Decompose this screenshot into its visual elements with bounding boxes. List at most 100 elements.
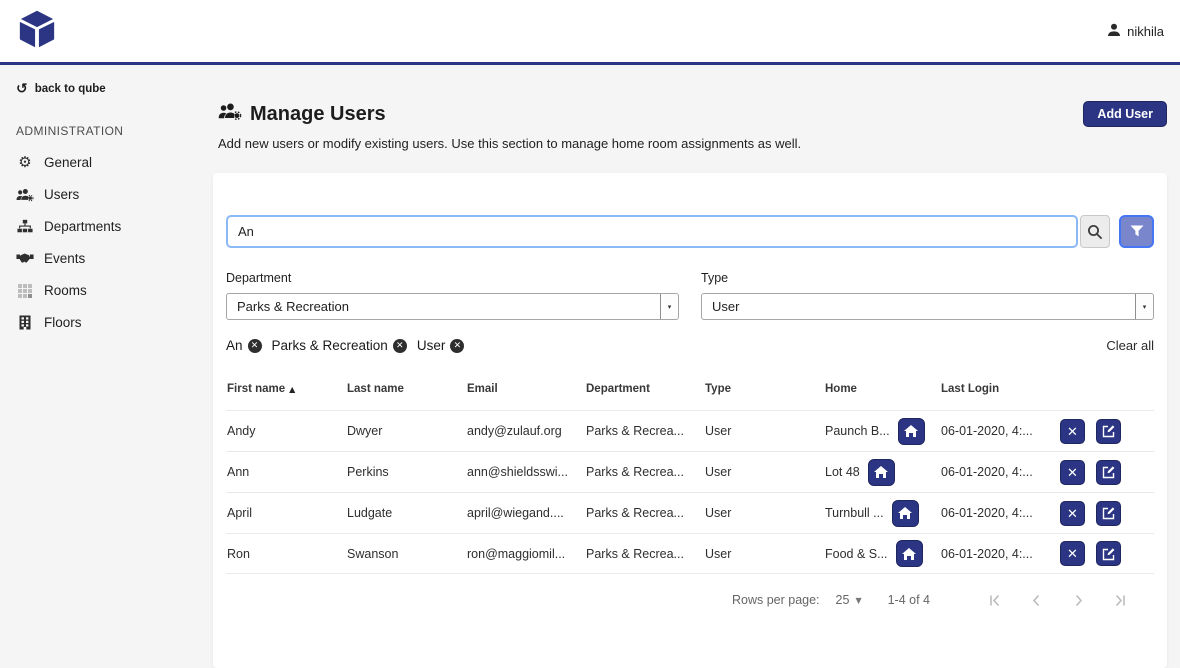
table-row: Andy Dwyer andy@zulauf.org Parks & Recre… [226, 410, 1154, 451]
last-page-icon [1113, 593, 1128, 608]
table-row: April Ludgate april@wiegand.... Parks & … [226, 492, 1154, 533]
cell-first-name: Andy [227, 424, 347, 438]
sidebar-item-rooms[interactable]: Rooms [16, 283, 205, 298]
chip-label: User [417, 338, 446, 353]
cell-home: Lot 48 [825, 459, 941, 486]
cell-type: User [705, 506, 825, 520]
cell-last-login: 06-01-2020, 4:... [941, 506, 1060, 520]
user-menu[interactable]: nikhila [1107, 23, 1164, 40]
last-page-button[interactable] [1108, 588, 1132, 612]
filter-button[interactable] [1119, 215, 1154, 248]
chip-label: An [226, 338, 243, 353]
home-icon [902, 548, 916, 560]
users-icon [16, 188, 34, 202]
department-label: Department [226, 271, 679, 285]
manage-users-icon [218, 102, 242, 126]
filter-chip-department: Parks & Recreation ✕ [272, 338, 407, 353]
sidebar-item-floors[interactable]: Floors [16, 315, 205, 330]
chip-label: Parks & Recreation [272, 338, 388, 353]
person-icon [1107, 23, 1121, 40]
gear-icon: ⚙ [16, 155, 34, 170]
type-select[interactable]: User ▾ [701, 293, 1154, 320]
cell-home: Food & S... [825, 540, 941, 567]
edit-user-button[interactable] [1096, 501, 1121, 526]
page-title: Manage Users [250, 103, 386, 126]
first-page-button[interactable] [982, 588, 1006, 612]
add-user-button[interactable]: Add User [1083, 101, 1167, 127]
caret-down-icon: ▼ [855, 596, 861, 605]
back-link-label: back to qube [35, 83, 106, 95]
handshake-icon [16, 252, 34, 265]
column-header-type[interactable]: Type [705, 383, 825, 395]
x-icon: ✕ [1067, 547, 1078, 560]
cell-home: Turnbull ... [825, 500, 941, 527]
delete-user-button[interactable]: ✕ [1060, 460, 1085, 485]
cell-last-login: 06-01-2020, 4:... [941, 465, 1060, 479]
column-header-last-login[interactable]: Last Login [941, 383, 1060, 395]
edit-icon [1102, 424, 1116, 438]
delete-user-button[interactable]: ✕ [1060, 501, 1085, 526]
chevron-down-icon: ▾ [660, 294, 678, 319]
search-input[interactable] [226, 215, 1078, 248]
home-room-button[interactable] [868, 459, 895, 486]
home-room-button[interactable] [896, 540, 923, 567]
filter-chip-type: User ✕ [417, 338, 465, 353]
delete-user-button[interactable]: ✕ [1060, 419, 1085, 444]
cell-department: Parks & Recrea... [586, 547, 705, 561]
type-label: Type [701, 271, 1154, 285]
next-page-button[interactable] [1066, 588, 1090, 612]
edit-user-button[interactable] [1096, 541, 1121, 566]
pagination-range: 1-4 of 4 [888, 593, 930, 607]
home-room-button[interactable] [892, 500, 919, 527]
cell-actions: ✕ [1060, 460, 1154, 485]
cell-type: User [705, 465, 825, 479]
search-button[interactable] [1080, 215, 1110, 248]
main-content: Manage Users Add User Add new users or m… [213, 65, 1180, 668]
edit-user-button[interactable] [1096, 419, 1121, 444]
cell-department: Parks & Recrea... [586, 506, 705, 520]
back-to-qube-link[interactable]: ↺ back to qube [16, 82, 205, 96]
column-header-email[interactable]: Email [467, 383, 586, 395]
sidebar-item-label: Floors [44, 315, 82, 330]
previous-page-button[interactable] [1024, 588, 1048, 612]
column-header-first-name[interactable]: First name ▲ [227, 383, 347, 395]
sidebar-item-departments[interactable]: Departments [16, 219, 205, 234]
rows-per-page-select[interactable]: 25 ▼ [836, 593, 862, 607]
chip-close-icon[interactable]: ✕ [248, 339, 262, 353]
chevron-down-icon: ▾ [1135, 294, 1153, 319]
column-header-last-name[interactable]: Last name [347, 383, 467, 395]
delete-user-button[interactable]: ✕ [1060, 541, 1085, 566]
sidebar-item-events[interactable]: Events [16, 251, 205, 266]
cell-actions: ✕ [1060, 419, 1154, 444]
table-row: Ron Swanson ron@maggiomil... Parks & Rec… [226, 533, 1154, 574]
cell-first-name: Ann [227, 465, 347, 479]
topbar: nikhila [0, 0, 1180, 62]
edit-user-button[interactable] [1096, 460, 1121, 485]
x-icon: ✕ [1067, 507, 1078, 520]
column-header-home[interactable]: Home [825, 383, 941, 395]
cell-email: ron@maggiomil... [467, 547, 586, 561]
content-card: Department Parks & Recreation ▾ Type Use… [213, 173, 1167, 668]
app-logo-cube-icon[interactable] [16, 8, 58, 55]
chip-close-icon[interactable]: ✕ [393, 339, 407, 353]
building-icon [16, 315, 34, 330]
cell-department: Parks & Recrea... [586, 424, 705, 438]
cell-email: andy@zulauf.org [467, 424, 586, 438]
chevron-left-icon [1029, 593, 1044, 608]
department-select[interactable]: Parks & Recreation ▾ [226, 293, 679, 320]
x-icon: ✕ [1067, 466, 1078, 479]
sidebar-item-general[interactable]: ⚙ General [16, 155, 205, 170]
home-room-button[interactable] [898, 418, 925, 445]
sidebar-item-users[interactable]: Users [16, 187, 205, 202]
manage-users-page: nikhila ↺ back to qube ADMINISTRATION ⚙ … [0, 0, 1180, 668]
home-icon [874, 466, 888, 478]
department-select-value: Parks & Recreation [237, 299, 349, 314]
chip-close-icon[interactable]: ✕ [450, 339, 464, 353]
table-pagination: Rows per page: 25 ▼ 1-4 of 4 [226, 574, 1154, 626]
back-rotate-icon: ↺ [16, 82, 28, 96]
clear-all-link[interactable]: Clear all [1106, 338, 1154, 353]
rooms-grid-icon [16, 284, 34, 298]
cell-type: User [705, 424, 825, 438]
sidebar: ↺ back to qube ADMINISTRATION ⚙ General [0, 65, 213, 668]
column-header-department[interactable]: Department [586, 383, 705, 395]
